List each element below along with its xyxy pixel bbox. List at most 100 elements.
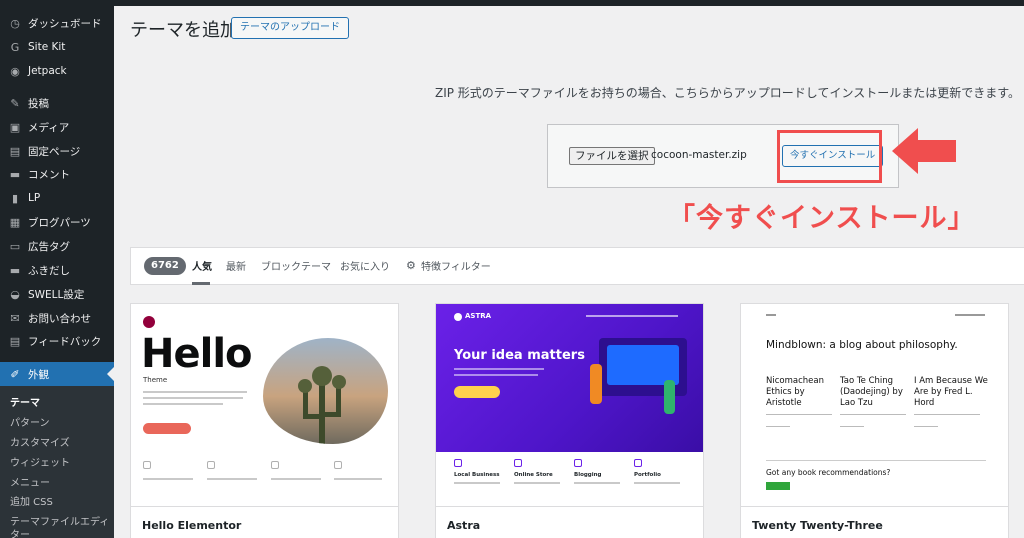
preview-logo: ASTRA (465, 312, 492, 320)
menu-item-appearance[interactable]: ✐ 外観 (0, 362, 114, 386)
menu-item-posts[interactable]: ✎ 投稿 (0, 91, 114, 115)
submenu-patterns[interactable]: パターン (10, 414, 50, 429)
elementor-logo-icon (143, 316, 155, 328)
theme-name: Twenty Twenty-Three (752, 519, 883, 532)
annotation-label: 「今すぐインストール」 (668, 203, 976, 234)
pin-icon: ✎ (10, 96, 20, 110)
menu-item-ad-tags[interactable]: ▭ 広告タグ (0, 234, 114, 258)
submenu-menus[interactable]: メニュー (10, 474, 50, 489)
post-title: Tao Te Ching (Daodejing) by Lao Tzu (840, 376, 903, 408)
placeholder-text-line (840, 426, 864, 427)
menu-item-label: ダッシュボード (28, 17, 102, 30)
placeholder-text-line (334, 478, 382, 480)
placeholder-text-line (143, 403, 223, 405)
menu-item-label: Jetpack (28, 65, 67, 77)
preview-button (454, 386, 500, 398)
submenu-themes[interactable]: テーマ (10, 394, 40, 409)
menu-item-label: 広告タグ (28, 240, 70, 253)
placeholder-text-line (454, 374, 538, 376)
theme-card-hello-elementor[interactable]: Hello Theme Hello Elementor (130, 303, 399, 538)
menu-item-swell-settings[interactable]: ◒ SWELL設定 (0, 282, 114, 306)
menu-item-jetpack[interactable]: ◉ Jetpack (0, 59, 114, 83)
preview-logo (766, 314, 776, 316)
menu-item-pages[interactable]: ▤ 固定ページ (0, 139, 114, 163)
placeholder-text-line (454, 368, 544, 370)
tab-favorites[interactable]: お気に入り (340, 258, 390, 273)
menu-item-media[interactable]: ▣ メディア (0, 115, 114, 139)
submenu-theme-file-editor-wrap[interactable]: ター (10, 526, 30, 538)
menu-item-comments[interactable]: ▬ コメント (0, 162, 114, 186)
store-icon (454, 459, 462, 467)
theme-screenshot[interactable]: ASTRA Your idea matters Local Business O… (436, 304, 703, 506)
placeholder-text-line (454, 482, 500, 484)
upload-description: ZIP 形式のテーマファイルをお持ちの場合、こちらからアップロードしてインストー… (434, 86, 1020, 100)
theme-screenshot[interactable]: Hello Theme (131, 304, 398, 506)
brush-icon: ✐ (10, 367, 20, 381)
submenu-customize[interactable]: カスタマイズ (10, 434, 70, 449)
menu-item-label: Site Kit (28, 41, 66, 53)
preview-cta: Got any book recommendations? (766, 468, 891, 477)
media-icon: ▣ (9, 120, 21, 134)
paper-plane-icon (271, 461, 279, 469)
menu-item-label: 外観 (28, 368, 49, 381)
placeholder-text-line (766, 414, 832, 415)
appearance-submenu: テーマ パターン カスタマイズ ウィジェット メニュー 追加 CSS テーマファ… (0, 386, 114, 538)
menu-item-contact[interactable]: ✉ お問い合わせ (0, 306, 114, 330)
jetpack-icon: ◉ (10, 64, 20, 78)
menu-item-dashboard[interactable]: ◷ ダッシュボード (0, 11, 114, 35)
dashboard-icon: ◷ (10, 16, 20, 30)
post-title: I Am Because We Are by Fred L. Hord (914, 376, 988, 408)
submenu-widgets[interactable]: ウィジェット (10, 454, 70, 469)
page-title: テーマを追加 (130, 20, 238, 41)
placeholder-text-line (634, 482, 680, 484)
speech-bubble-icon: ▬ (9, 263, 21, 277)
feedback-icon: ▤ (9, 334, 21, 348)
mail-icon: ✉ (10, 311, 20, 325)
placeholder-text-line (840, 414, 906, 415)
choose-file-button[interactable]: ファイルを選択 (569, 147, 655, 165)
placeholder-text-line (914, 414, 980, 415)
ad-icon: ▭ (9, 239, 21, 253)
divider (766, 460, 986, 461)
theme-screenshot[interactable]: Mindblown: a blog about philosophy. Nico… (741, 304, 1008, 506)
preview-button (766, 482, 790, 490)
menu-item-blog-parts[interactable]: ▦ ブログパーツ (0, 210, 114, 234)
preview-subtitle: Theme (143, 376, 168, 384)
preview-nav (586, 315, 678, 317)
illustration-person (664, 380, 675, 414)
theme-count-badge: 6762 (144, 257, 186, 275)
illustration-screen (607, 345, 679, 385)
menu-item-lp[interactable]: ▮ LP (0, 186, 114, 210)
menu-item-site-kit[interactable]: G Site Kit (0, 35, 114, 59)
placeholder-text-line (143, 397, 243, 399)
menu-item-label: コメント (28, 168, 70, 181)
google-icon: G (10, 40, 20, 54)
preview-headline: Your idea matters (454, 348, 585, 363)
theme-name: Astra (447, 519, 481, 532)
menu-item-label: LP (28, 192, 41, 204)
menu-item-label: 固定ページ (28, 145, 81, 158)
menu-item-label: ふきだし (28, 264, 70, 277)
preview-title: Mindblown: a blog about philosophy. (766, 339, 958, 351)
tab-block-themes[interactable]: ブロックテーマ (261, 258, 331, 273)
theme-card-twenty-twenty-three[interactable]: Mindblown: a blog about philosophy. Nico… (740, 303, 1009, 538)
post-title: Nicomachean Ethics by Aristotle (766, 376, 824, 408)
gear-icon[interactable]: ⚙ (406, 259, 416, 272)
theme-card-astra[interactable]: ASTRA Your idea matters Local Business O… (435, 303, 704, 538)
admin-bar-edge (114, 0, 1024, 6)
tab-feature-filter[interactable]: 特徴フィルター (421, 258, 491, 273)
menu-item-feedback[interactable]: ▤ フィードバック (0, 329, 114, 353)
menu-item-balloon[interactable]: ▬ ふきだし (0, 258, 114, 282)
placeholder-text-line (271, 478, 321, 480)
placeholder-text-line (574, 482, 620, 484)
tab-latest[interactable]: 最新 (226, 258, 246, 273)
placeholder-text-line (766, 426, 790, 427)
portfolio-icon (634, 459, 642, 467)
comment-icon: ▬ (9, 167, 21, 181)
check-icon (574, 459, 582, 467)
upload-theme-button[interactable]: テーマのアップロード (231, 17, 349, 39)
menu-item-label: お問い合わせ (28, 312, 91, 325)
submenu-additional-css[interactable]: 追加 CSS (10, 493, 53, 508)
tab-popular[interactable]: 人気 (192, 258, 212, 273)
bag-icon (514, 459, 522, 467)
